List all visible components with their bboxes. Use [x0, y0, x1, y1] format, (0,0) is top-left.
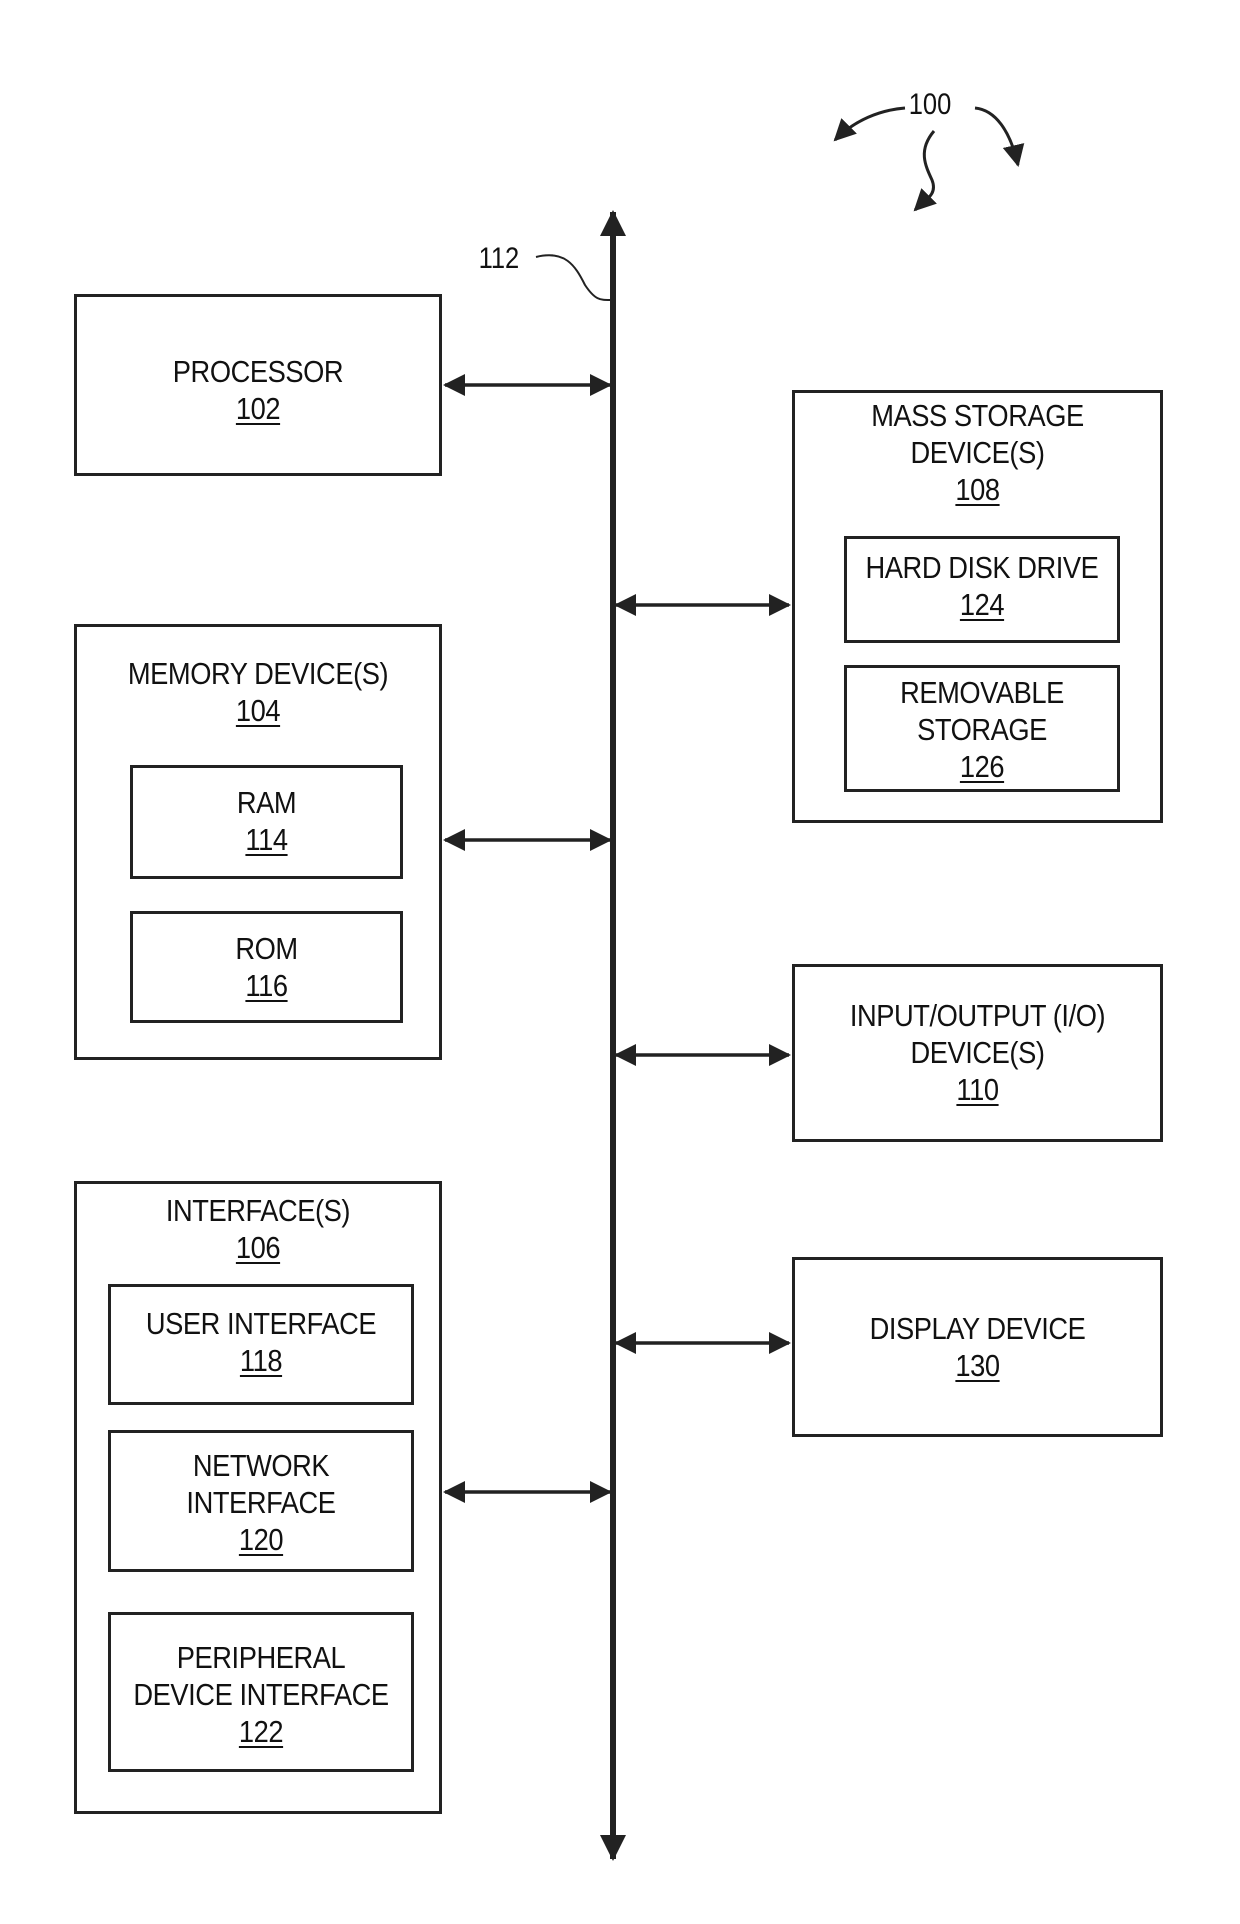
mass-storage-ref: 108	[955, 472, 1000, 507]
hard-disk-drive-title: HARD DISK DRIVE	[865, 550, 1099, 585]
peripheral-interface-title-line1: PERIPHERAL	[176, 1640, 346, 1675]
user-interface-ref: 118	[239, 1343, 283, 1378]
io-ref: 110	[956, 1072, 999, 1107]
io-title-line2: DEVICE(S)	[910, 1035, 1045, 1070]
bus-leader-line	[535, 254, 611, 301]
memory-title: MEMORY DEVICE(S)	[127, 656, 389, 691]
figure-reference-label: 100	[908, 88, 952, 121]
ram-block: RAM 114	[130, 765, 403, 879]
network-interface-title-line2: INTERFACE	[186, 1485, 336, 1520]
hard-disk-drive-block: HARD DISK DRIVE 124	[844, 536, 1120, 643]
rom-ref: 116	[245, 968, 288, 1003]
mass-storage-title-line1: MASS STORAGE	[871, 398, 1084, 433]
interfaces-ref: 106	[235, 1230, 281, 1265]
network-interface-block: NETWORK INTERFACE 120	[108, 1430, 414, 1572]
processor-block: PROCESSOR 102	[74, 294, 442, 476]
rom-block: ROM 116	[130, 911, 403, 1023]
display-ref: 130	[955, 1348, 1000, 1383]
removable-storage-ref: 126	[959, 749, 1005, 784]
hard-disk-drive-ref: 124	[959, 587, 1005, 622]
mass-storage-title-line2: DEVICE(S)	[910, 435, 1045, 470]
removable-storage-title-line2: STORAGE	[917, 712, 1047, 747]
rom-title: ROM	[235, 931, 298, 966]
peripheral-interface-title-line2: DEVICE INTERFACE	[133, 1677, 389, 1712]
memory-ref: 104	[235, 693, 281, 728]
display-title: DISPLAY DEVICE	[869, 1311, 1086, 1346]
network-interface-ref: 120	[238, 1522, 284, 1557]
io-devices-block: INPUT/OUTPUT (I/O) DEVICE(S) 110	[792, 964, 1163, 1142]
peripheral-interface-block: PERIPHERAL DEVICE INTERFACE 122	[108, 1612, 414, 1772]
peripheral-interface-ref: 122	[238, 1714, 284, 1749]
removable-storage-title-line1: REMOVABLE	[900, 675, 1064, 710]
ref-100-arrow-down	[913, 130, 937, 212]
ref-100-arrow-right	[974, 106, 1025, 167]
removable-storage-block: REMOVABLE STORAGE 126	[844, 665, 1120, 792]
display-device-block: DISPLAY DEVICE 130	[792, 1257, 1163, 1437]
io-title-line1: INPUT/OUTPUT (I/O)	[849, 998, 1106, 1033]
ram-ref: 114	[245, 822, 288, 857]
processor-title: PROCESSOR	[172, 354, 344, 389]
ref-100-arrow-left	[833, 106, 906, 142]
bus-reference-label: 112	[478, 242, 520, 275]
network-interface-title-line1: NETWORK	[192, 1448, 330, 1483]
interfaces-title: INTERFACE(S)	[165, 1193, 351, 1228]
user-interface-block: USER INTERFACE 118	[108, 1284, 414, 1405]
ram-title: RAM	[236, 785, 297, 820]
user-interface-title: USER INTERFACE	[145, 1306, 377, 1341]
processor-ref: 102	[235, 391, 281, 426]
